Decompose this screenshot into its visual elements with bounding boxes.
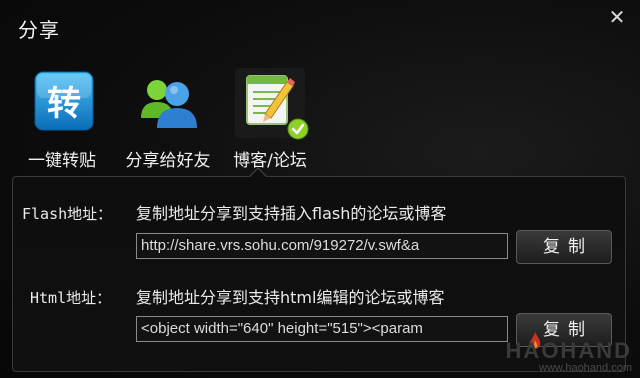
watermark: HAOHAND www.haohand.com xyxy=(506,338,632,374)
flash-address-label: Flash地址： xyxy=(22,205,113,223)
share-option-blog-forum[interactable]: 博客/论坛 xyxy=(222,68,318,171)
repost-icon: 转 xyxy=(27,68,97,138)
blog-notepad-icon xyxy=(235,68,309,140)
repost-glyph: 转 xyxy=(47,84,81,124)
title-bar: 分享 ✕ xyxy=(0,0,640,50)
copy-flash-button[interactable]: 复制 xyxy=(516,230,612,264)
share-option-repost[interactable]: 转 一键转贴 xyxy=(16,68,108,171)
close-icon[interactable]: ✕ xyxy=(606,6,628,28)
panel-pointer-inner xyxy=(250,169,266,177)
html-description: 复制地址分享到支持html编辑的论坛或博客 xyxy=(136,288,445,307)
flash-url-field[interactable]: http://share.vrs.sohu.com/919272/v.swf&a xyxy=(136,233,508,259)
share-option-friends[interactable]: 分享给好友 xyxy=(116,68,220,171)
watermark-brand: HAOHAND xyxy=(505,338,632,363)
html-code-field[interactable]: <object width="640" height="515"><param xyxy=(136,316,508,342)
dialog-title: 分享 xyxy=(18,18,60,42)
share-option-label: 一键转贴 xyxy=(28,151,96,171)
share-option-label: 分享给好友 xyxy=(125,151,211,171)
html-address-label: Html地址： xyxy=(30,289,112,307)
check-badge-icon xyxy=(287,118,309,140)
share-dialog: 分享 ✕ 转 一键转贴 分享给好友 博客/论坛 Flash地址： 复制地址分享到… xyxy=(0,0,640,378)
flash-description: 复制地址分享到支持插入flash的论坛或博客 xyxy=(136,204,447,223)
share-option-label: 博客/论坛 xyxy=(233,151,307,171)
friends-icon xyxy=(133,68,203,138)
